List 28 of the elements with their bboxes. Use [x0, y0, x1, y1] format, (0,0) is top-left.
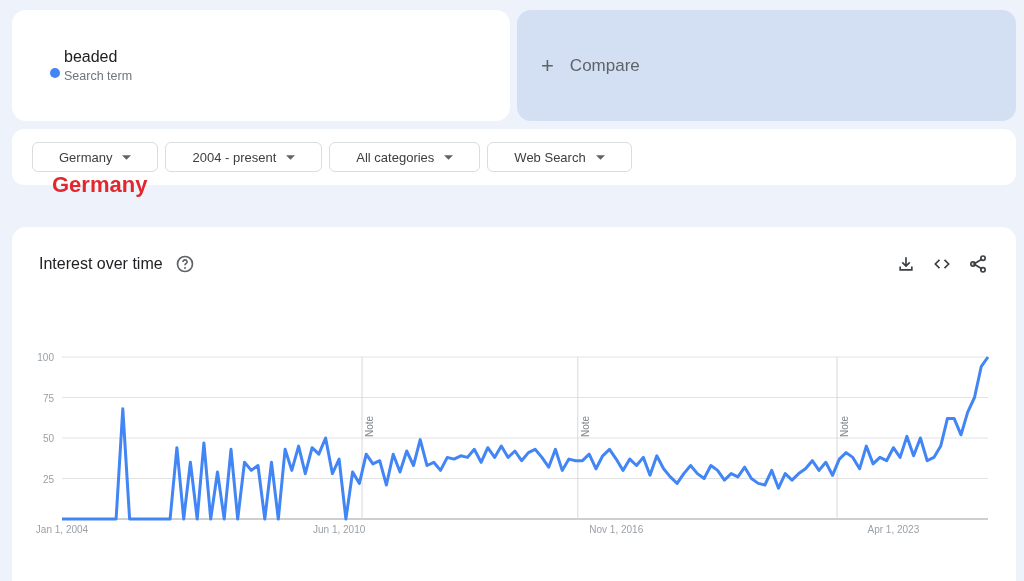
- search-term-subtitle: Search term: [64, 69, 133, 83]
- filter-dropdown[interactable]: All categories: [329, 142, 481, 172]
- download-icon[interactable]: [896, 254, 916, 274]
- search-term-card[interactable]: beaded Search term: [12, 10, 510, 121]
- x-tick-label: Jun 1, 2010: [313, 524, 366, 535]
- x-tick-label: Apr 1, 2023: [867, 524, 920, 535]
- filter-dropdown[interactable]: 2004 - present: [165, 142, 323, 172]
- x-tick-label: Jan 1, 2004: [35, 524, 89, 535]
- share-icon[interactable]: [968, 254, 988, 274]
- annotation-label: Germany: [52, 172, 148, 198]
- note-label[interactable]: Note: [839, 415, 851, 437]
- note-label[interactable]: Note: [579, 415, 591, 437]
- y-tick-label: 100: [37, 352, 54, 363]
- caret-icon: [122, 154, 132, 160]
- note-label[interactable]: Note: [364, 415, 375, 437]
- filter-dropdown[interactable]: Web Search: [487, 142, 632, 172]
- y-tick-label: 75: [42, 392, 54, 404]
- caret-icon: [286, 154, 296, 160]
- y-tick-label: 25: [42, 473, 54, 485]
- x-tick-label: Nov 1, 2016: [589, 524, 644, 535]
- compare-button[interactable]: + Compare: [517, 10, 1016, 121]
- caret-icon: [444, 154, 454, 160]
- y-tick-label: 50: [42, 433, 54, 444]
- filter-dropdown[interactable]: Germany: [32, 142, 159, 172]
- search-term: beaded: [64, 48, 119, 66]
- chart-title: Interest over time: [39, 255, 163, 273]
- help-icon[interactable]: [174, 254, 195, 274]
- caret-icon: [595, 154, 605, 160]
